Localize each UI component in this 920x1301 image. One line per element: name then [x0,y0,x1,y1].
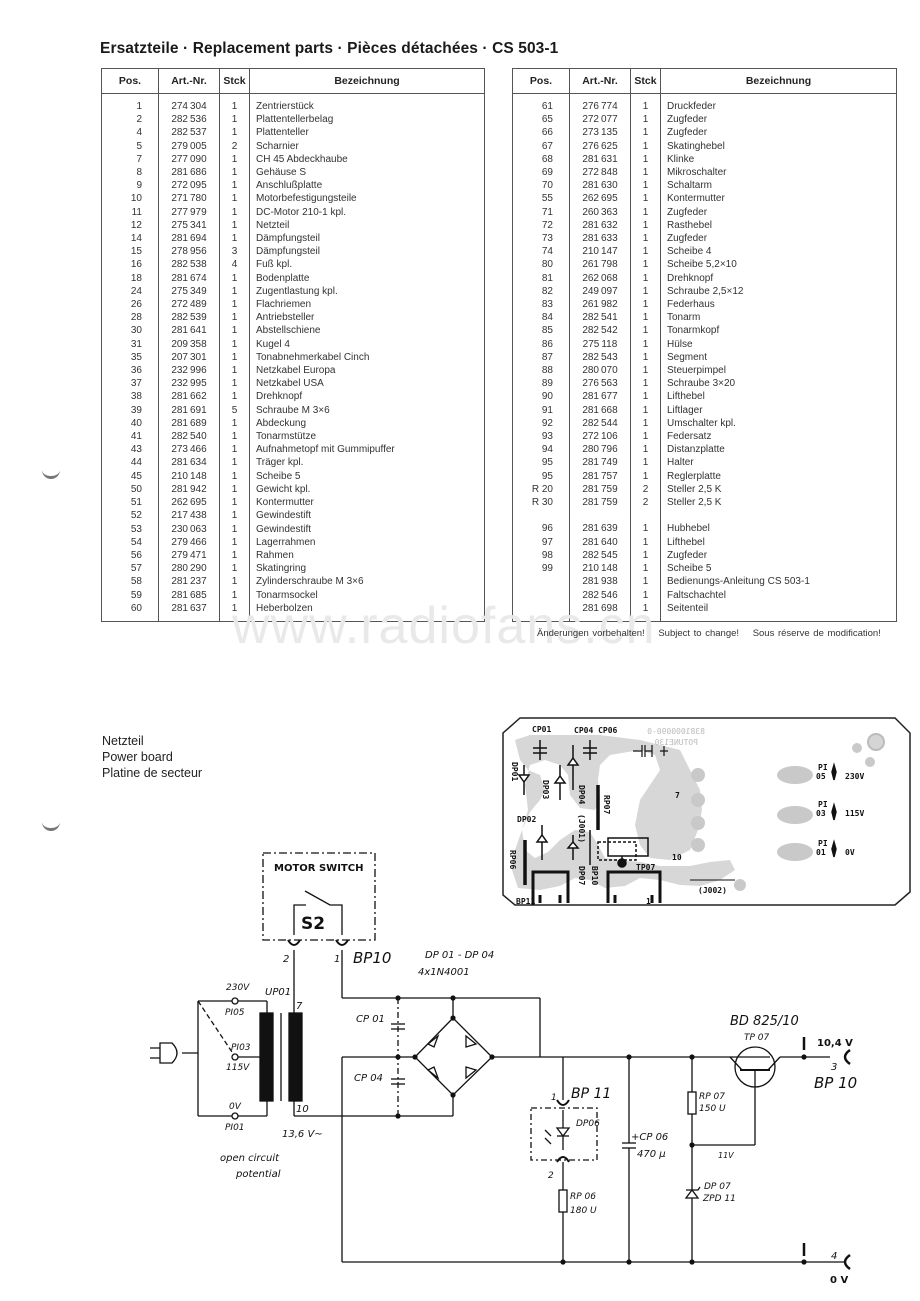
label-bp11-pin1: 1 [551,1093,557,1103]
label-11v: 11V [718,1151,734,1160]
label-pi03: PI03 [231,1043,251,1053]
label-t10: 10 [296,1104,309,1115]
label-bd825: BD 825/10 [730,1014,799,1029]
bridge-rectifier [414,1017,493,1096]
label-cp01: CP 01 [356,1014,385,1025]
label-tp07: TP 07 [744,1033,770,1043]
label-pin2: 2 [283,954,289,965]
label-dp07: DP 07 [704,1182,731,1192]
label-t7: 7 [296,1001,303,1012]
label-gnd-pin4: 4 [831,1251,837,1262]
label-cp04: CP 04 [354,1073,383,1084]
label-dp06: DP06 [576,1119,600,1129]
label-rp07: RP 07 [699,1092,725,1102]
label-diodes-type: 4x1N4001 [418,967,470,978]
label-up01: UP01 [265,987,291,998]
label-motor-switch: MOTOR SWITCH [274,863,363,874]
label-0v: 0V [229,1102,242,1112]
label-potential: potential [235,1169,281,1180]
label-13-6vac: 13,6 V~ [282,1129,323,1140]
label-diodes: DP 01 - DP 04 [425,950,494,961]
circuit-schematic: MOTOR SWITCH S2 2 1 BP10 DP 01 - DP 04 4… [150,852,857,1286]
label-230v: 230V [226,983,250,993]
label-pin1: 1 [334,954,340,965]
label-pi05: PI05 [225,1008,245,1018]
label-zpd11: ZPD 11 [702,1194,736,1204]
label-bp10-out: BP 10 [814,1074,857,1092]
label-open-circuit: open circuit [220,1153,280,1164]
label-s2: S2 [301,914,325,934]
label-bp10-switch: BP10 [353,949,391,967]
label-pi01: PI01 [225,1123,245,1133]
label-bp11-pin2: 2 [548,1171,554,1181]
label-rp06: RP 06 [570,1192,596,1202]
label-cp06: +CP 06 [631,1132,668,1143]
label-cp06-value: 470 µ [637,1149,666,1160]
label-0v-out: 0 V [830,1275,848,1286]
label-out-pin3: 3 [831,1062,837,1073]
label-rp07-value: 150 U [699,1104,726,1114]
label-10-4v: 10,4 V [817,1038,853,1049]
label-rp06-value: 180 U [570,1206,597,1216]
mains-plug [150,1042,198,1064]
label-115v: 115V [226,1063,250,1073]
label-bp11: BP 11 [571,1086,611,1102]
